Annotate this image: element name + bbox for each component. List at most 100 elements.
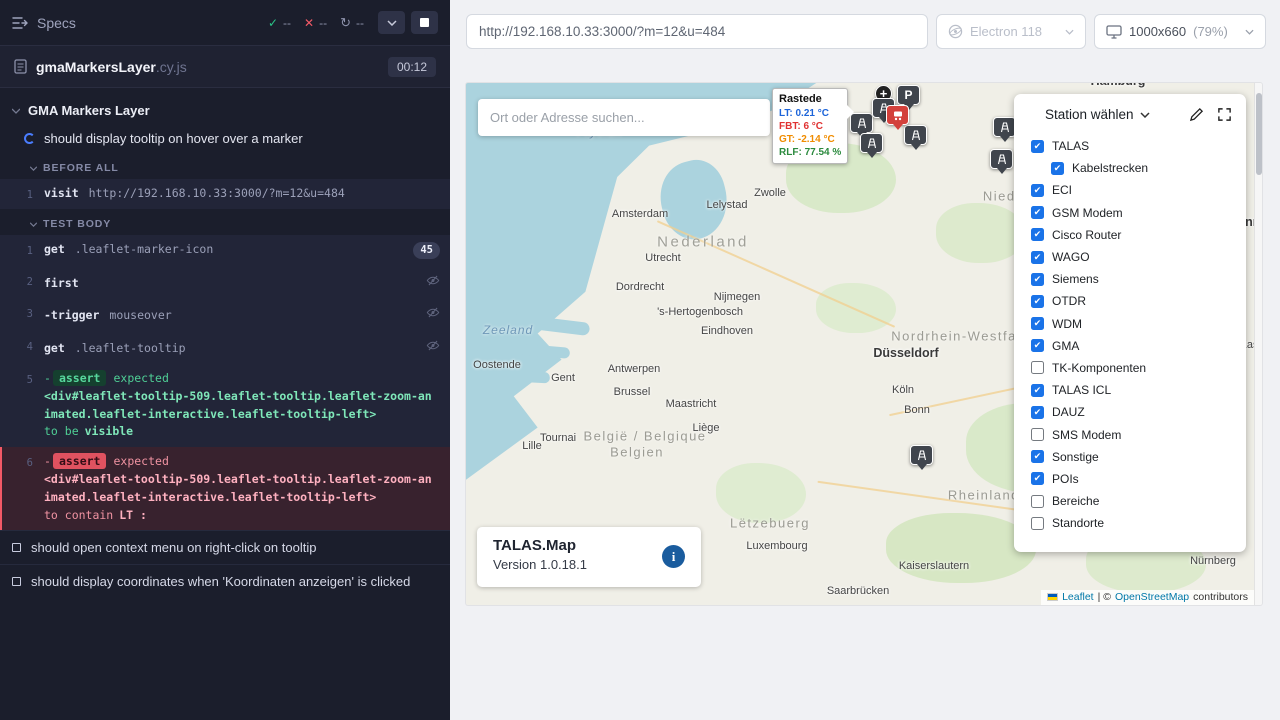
station-item[interactable]: ✔ TALAS — [1031, 135, 1236, 157]
checkbox-checked-icon[interactable]: ✔ — [1031, 228, 1044, 241]
suite-title[interactable]: GMA Markers Layer — [0, 97, 450, 124]
station-item[interactable]: SMS Modem — [1031, 423, 1236, 445]
station-item[interactable]: TK-Komponenten — [1031, 357, 1236, 379]
leaflet-map[interactable]: Amsterdam Utrecht Lelystad Zwolle Dordre… — [466, 83, 1262, 605]
station-marker[interactable] — [990, 149, 1013, 169]
url-input[interactable] — [466, 14, 928, 49]
electron-icon — [948, 24, 963, 39]
command-row[interactable]: 1 get .leaflet-marker-icon 45 — [0, 235, 450, 265]
station-item[interactable]: ✔Cisco Router — [1031, 224, 1236, 246]
browser-selector[interactable]: Electron 118 — [936, 14, 1086, 49]
checkbox-checked-icon[interactable]: ✔ — [1051, 162, 1064, 175]
checkbox-checked-icon[interactable]: ✔ — [1031, 339, 1044, 352]
station-item[interactable]: ✔ Siemens — [1031, 268, 1236, 290]
section-before-all[interactable]: BEFORE ALL — [0, 153, 450, 179]
app-scrollbar[interactable] — [1254, 83, 1262, 605]
checkbox-checked-icon[interactable]: ✔ — [1031, 184, 1044, 197]
station-item[interactable]: Bereiche — [1031, 490, 1236, 512]
station-marker[interactable] — [860, 133, 883, 153]
chevron-down-icon[interactable] — [1140, 112, 1150, 118]
station-select-label[interactable]: Station wählen — [1045, 107, 1134, 122]
station-label: Siemens — [1052, 272, 1099, 286]
checkbox-checked-icon[interactable]: ✔ — [1031, 206, 1044, 219]
station-item[interactable]: ✔Sonstige — [1031, 446, 1236, 468]
station-item[interactable]: ✔ ECI — [1031, 179, 1236, 201]
map-label: Düsseldorf — [873, 346, 938, 360]
checkbox-checked-icon[interactable]: ✔ — [1031, 406, 1044, 419]
monitor-icon — [1106, 25, 1122, 39]
chevron-down-icon — [1245, 29, 1254, 35]
command-row[interactable]: 4 get .leaflet-tooltip — [0, 331, 450, 364]
checkbox-checked-icon[interactable]: ✔ — [1031, 140, 1044, 153]
checkbox-checked-icon[interactable]: ✔ — [1031, 384, 1044, 397]
station-item[interactable]: ✔Kabelstrecken — [1031, 157, 1236, 179]
map-attribution: Leaflet | © OpenStreetMap contributors — [1041, 590, 1254, 605]
station-marker[interactable] — [993, 117, 1016, 137]
station-item[interactable]: ✔WDM — [1031, 313, 1236, 335]
app-version: Version 1.0.18.1 — [493, 557, 685, 572]
checkbox-unchecked-icon[interactable] — [1031, 517, 1044, 530]
checkbox-checked-icon[interactable]: ✔ — [1031, 273, 1044, 286]
specs-list-icon[interactable] — [12, 16, 28, 30]
station-marker[interactable] — [904, 125, 927, 145]
pending-test[interactable]: should open context menu on right-click … — [0, 530, 450, 564]
stat-pending: ↻-- — [340, 15, 364, 31]
station-label: TALAS — [1052, 139, 1089, 153]
station-item[interactable]: ✔OTDR — [1031, 290, 1236, 312]
active-test[interactable]: should display tooltip on hover over a m… — [0, 124, 450, 153]
checkbox-checked-icon[interactable]: ✔ — [1031, 317, 1044, 330]
search-input[interactable] — [490, 110, 758, 125]
cypress-reporter: Specs ✓-- ✕-- ↻-- gmaMarkersLayer.cy.js … — [0, 0, 450, 720]
station-label: ECI — [1052, 183, 1072, 197]
station-item[interactable]: ✔GMA — [1031, 335, 1236, 357]
osm-link[interactable]: OpenStreetMap — [1115, 591, 1189, 603]
edit-pencil-icon[interactable] — [1189, 107, 1204, 122]
checkbox-unchecked-icon[interactable] — [1031, 361, 1044, 374]
chevron-down-icon — [30, 166, 37, 171]
command-row-assert-failed[interactable]: 6 - assert expected <div#leaflet-tooltip… — [0, 447, 450, 530]
command-args: mouseover — [109, 307, 171, 325]
station-item[interactable]: ✔ GSM Modem — [1031, 202, 1236, 224]
station-item[interactable]: ✔POIs — [1031, 468, 1236, 490]
checkbox-checked-icon[interactable]: ✔ — [1031, 295, 1044, 308]
chevron-down-icon — [1065, 29, 1074, 35]
checkbox-checked-icon[interactable]: ✔ — [1031, 472, 1044, 485]
command-number: 1 — [2, 185, 44, 203]
fullscreen-expand-icon[interactable] — [1217, 107, 1232, 122]
station-marker[interactable] — [910, 445, 933, 465]
pending-test[interactable]: should display coordinates when 'Koordin… — [0, 564, 450, 598]
pending-square-icon — [12, 543, 21, 552]
assert-text: expected — [113, 453, 168, 471]
checkbox-checked-icon[interactable]: ✔ — [1031, 450, 1044, 463]
map-label: Tournai — [540, 432, 576, 444]
command-row[interactable]: 1 visit http://192.168.10.33:3000/?m=12&… — [0, 179, 450, 209]
station-item[interactable]: ✔TALAS ICL — [1031, 379, 1236, 401]
map-label: Hamburg — [1091, 83, 1146, 88]
station-item[interactable]: Standorte — [1031, 512, 1236, 534]
checkbox-checked-icon[interactable]: ✔ — [1031, 251, 1044, 264]
checkbox-unchecked-icon[interactable] — [1031, 428, 1044, 441]
section-test-body[interactable]: TEST BODY — [0, 209, 450, 235]
info-icon[interactable]: i — [662, 545, 685, 568]
leaflet-link[interactable]: Leaflet — [1062, 591, 1094, 603]
child-command-dash: - — [44, 453, 51, 471]
parking-marker[interactable]: P — [897, 85, 920, 105]
map-label: 's-Hertogenbosch — [657, 306, 743, 318]
collapse-button[interactable] — [378, 11, 405, 34]
specs-label[interactable]: Specs — [37, 15, 76, 31]
command-row[interactable]: 3 -trigger mouseover — [0, 298, 450, 331]
station-label: GSM Modem — [1052, 206, 1123, 220]
checkbox-unchecked-icon[interactable] — [1031, 495, 1044, 508]
station-item[interactable]: ✔WAGO — [1031, 246, 1236, 268]
command-row[interactable]: 2 first — [0, 266, 450, 299]
scrollbar-thumb[interactable] — [1256, 93, 1262, 175]
alarm-marker[interactable] — [886, 105, 909, 125]
tooltip-row: RLF: 77.54 % — [779, 146, 841, 159]
command-row-assert-passed[interactable]: 5 - assert expected <div#leaflet-tooltip… — [0, 364, 450, 447]
station-item[interactable]: ✔DAUZ — [1031, 401, 1236, 423]
map-label: Nijmegen — [714, 291, 760, 303]
stop-button[interactable] — [411, 11, 438, 34]
app-preview: Electron 118 1000x660 (79%) Amsterdam — [450, 0, 1280, 720]
viewport-selector[interactable]: 1000x660 (79%) — [1094, 14, 1266, 49]
spec-row[interactable]: gmaMarkersLayer.cy.js 00:12 — [0, 46, 450, 88]
